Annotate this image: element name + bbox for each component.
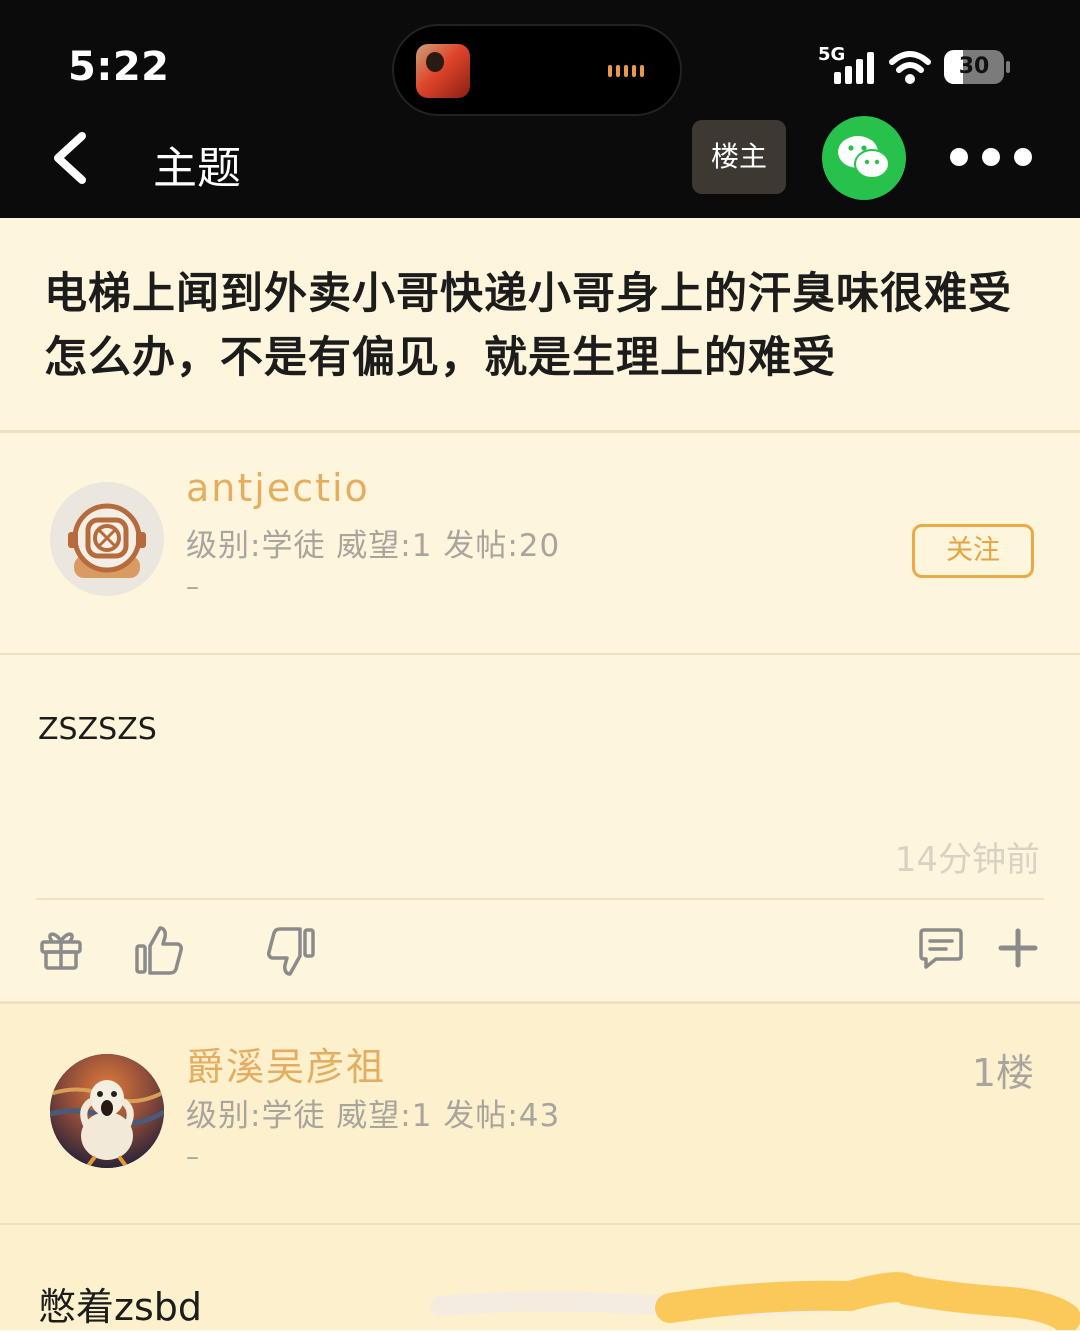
thread-title: 电梯上闻到外卖小哥快递小哥身上的汗臭味很难受怎么办，不是有偏见，就是生理上的难受 xyxy=(44,269,1012,383)
avatar[interactable] xyxy=(50,1054,164,1168)
wechat-icon xyxy=(838,136,890,179)
dynamic-island[interactable] xyxy=(392,24,682,116)
only-host-button[interactable]: 楼主 xyxy=(692,120,786,194)
divider xyxy=(0,1001,1080,1004)
gift-icon[interactable] xyxy=(38,926,84,972)
status-time: 5:22 xyxy=(68,44,170,90)
cellular-signal-icon xyxy=(834,52,874,84)
post-time: 14分钟前 xyxy=(894,840,1040,880)
divider xyxy=(36,898,1044,900)
wifi-icon xyxy=(889,51,931,84)
wechat-share-button[interactable] xyxy=(822,116,906,200)
user-signature: – xyxy=(186,572,199,602)
more-options-icon[interactable] xyxy=(950,140,1034,174)
user-signature: – xyxy=(186,1142,199,1172)
avatar[interactable] xyxy=(50,482,164,596)
back-chevron-icon[interactable] xyxy=(48,130,92,186)
battery-percent: 30 xyxy=(958,54,990,79)
post-username[interactable]: antjectio xyxy=(186,466,370,510)
audio-waveform-icon xyxy=(608,65,644,77)
diving-helmet-avatar-icon xyxy=(50,482,164,596)
divider xyxy=(0,653,1080,655)
redaction-scribble xyxy=(430,1272,1080,1330)
comment-icon[interactable] xyxy=(918,926,964,970)
user-meta: 级别:学徒 威望:1 发帖:43 xyxy=(186,1098,561,1134)
reply-content: 憋着zsbd xyxy=(38,1285,202,1329)
top-bar: 5:22 5G 30 主题 楼主 xyxy=(0,0,1080,218)
live-activity-thumbnail xyxy=(416,44,470,98)
thumbs-up-icon[interactable] xyxy=(134,924,184,976)
follow-button[interactable]: 关注 xyxy=(912,524,1034,578)
page-title: 主题 xyxy=(153,143,241,194)
divider xyxy=(0,430,1080,433)
reply-username[interactable]: 爵溪吴彦祖 xyxy=(186,1036,386,1091)
battery-indicator: 30 xyxy=(944,50,1010,84)
user-meta: 级别:学徒 威望:1 发帖:20 xyxy=(186,528,561,564)
thumbs-down-icon[interactable] xyxy=(266,926,316,978)
screaming-duck-avatar-icon xyxy=(50,1054,164,1168)
plus-icon[interactable] xyxy=(998,928,1038,968)
post-content: ZSZSZS xyxy=(38,712,157,747)
divider xyxy=(0,1223,1080,1225)
floor-number: 1楼 xyxy=(971,1051,1034,1095)
